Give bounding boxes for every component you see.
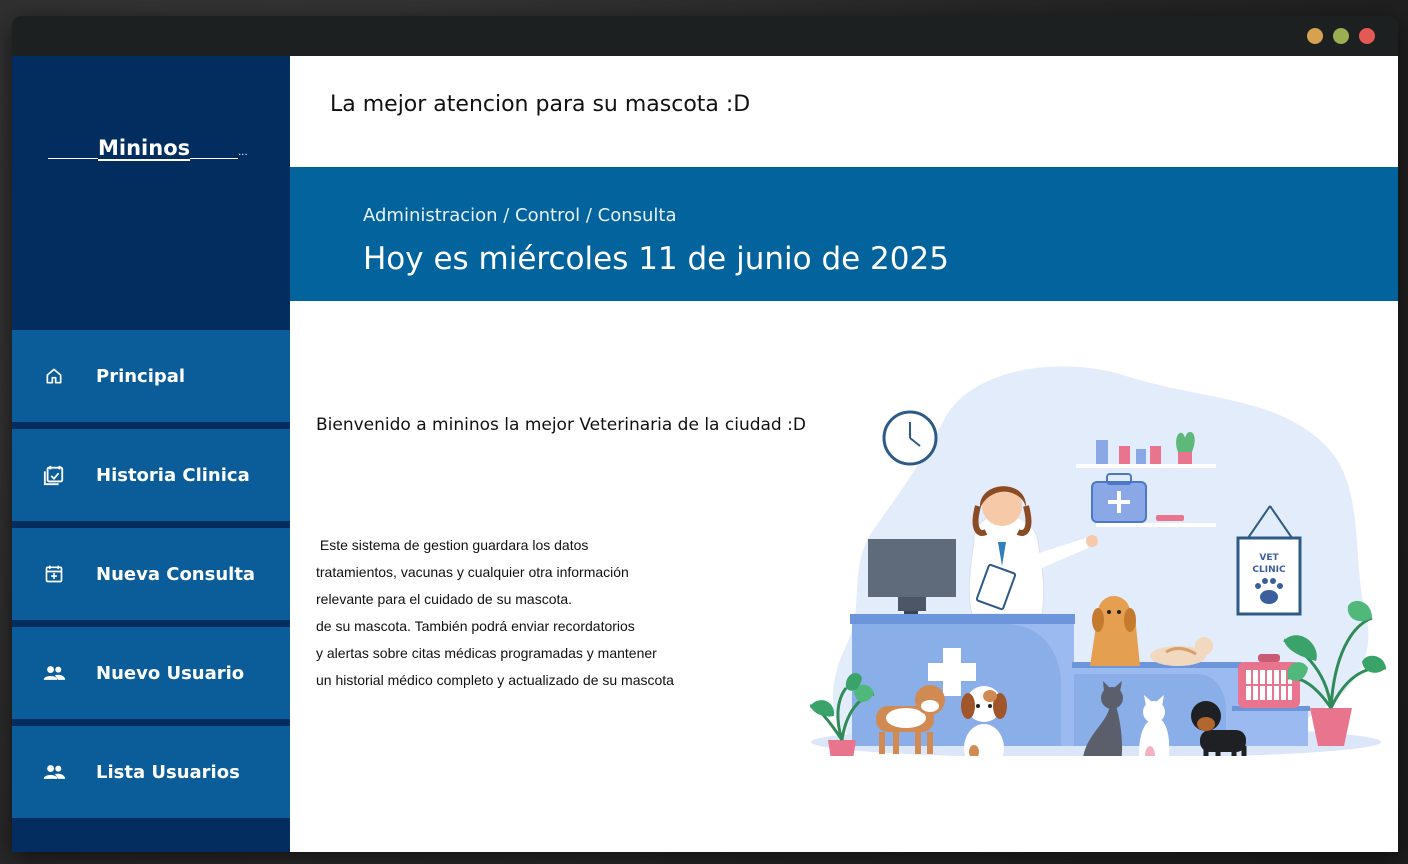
logo-right-rule <box>190 158 239 159</box>
sidebar: Mininos... Principal Historia Clinica Nu… <box>12 56 290 852</box>
sidebar-item-label: Historia Clinica <box>96 464 250 486</box>
calendar-check-icon <box>42 463 66 487</box>
logo-area: Mininos... <box>12 56 290 330</box>
home-icon <box>42 364 66 388</box>
sidebar-item-label: Lista Usuarios <box>96 761 240 783</box>
logo-left-rule <box>48 158 98 159</box>
breadcrumb: Administracion / Control / Consulta <box>363 205 677 226</box>
sign-text-vet: VET <box>1259 553 1279 563</box>
description-text: Este sistema de gestion guardara los dat… <box>316 532 756 694</box>
pet-carrier-icon <box>1238 654 1300 708</box>
app-logo: Mininos... <box>48 136 248 160</box>
date-heading: Hoy es miércoles 11 de junio de 2025 <box>363 241 949 277</box>
sidebar-item-nuevo-usuario[interactable]: Nuevo Usuario <box>12 627 290 719</box>
description-line: y alertas sobre citas médicas programada… <box>316 645 657 661</box>
sidebar-item-label: Principal <box>96 365 186 387</box>
description-line: relevante para el cuidado de su mascota. <box>316 591 573 607</box>
header-banner: Administracion / Control / Consulta Hoy … <box>290 167 1398 301</box>
sidebar-item-lista-usuarios[interactable]: Lista Usuarios <box>12 726 290 818</box>
logo-text: Mininos <box>98 136 191 160</box>
sign-text-clinic: CLINIC <box>1252 565 1286 575</box>
clock-icon <box>882 410 938 466</box>
sidebar-item-label: Nuevo Usuario <box>96 662 245 684</box>
main-content: La mejor atencion para su mascota :D Adm… <box>290 56 1398 852</box>
sidebar-item-historia-clinica[interactable]: Historia Clinica <box>12 429 290 521</box>
close-button[interactable] <box>1359 28 1375 44</box>
users-icon <box>42 661 66 685</box>
app-window: Mininos... Principal Historia Clinica Nu… <box>12 16 1398 852</box>
logo-trailing: ... <box>238 147 248 158</box>
vet-clinic-illustration: VET CLINIC <box>809 366 1386 756</box>
sidebar-item-label: Nueva Consulta <box>96 563 256 585</box>
calendar-plus-icon <box>42 562 66 586</box>
description-line: un historial médico completo y actualiza… <box>316 672 674 688</box>
description-line: Este sistema de gestion guardara los dat… <box>316 537 589 553</box>
sidebar-item-principal[interactable]: Principal <box>12 330 290 422</box>
minimize-button[interactable] <box>1307 28 1323 44</box>
title-bar <box>12 16 1398 56</box>
description-line: tratamientos, vacunas y cualquier otra i… <box>316 564 629 580</box>
sidebar-item-nueva-consulta[interactable]: Nueva Consulta <box>12 528 290 620</box>
maximize-button[interactable] <box>1333 28 1349 44</box>
first-aid-kit-icon <box>1091 473 1147 523</box>
description-line: de su mascota. También podrá enviar reco… <box>316 618 635 634</box>
page-title: La mejor atencion para su mascota :D <box>330 92 751 117</box>
welcome-text: Bienvenido a mininos la mejor Veterinari… <box>316 415 806 435</box>
users-icon <box>42 760 66 784</box>
